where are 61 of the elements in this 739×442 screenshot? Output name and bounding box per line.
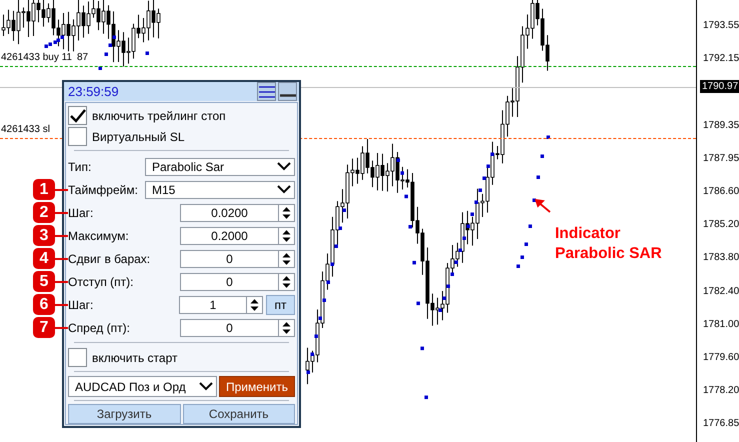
checkbox-label: включить трейлинг стоп (92, 108, 226, 122)
leader-line (55, 327, 68, 329)
caret-icon (277, 185, 291, 194)
price-axis-label: 1778.20 (703, 385, 739, 396)
field-label: Шаг: (68, 206, 94, 220)
dropdown[interactable]: Parabolic Sar (145, 158, 295, 176)
dropdown[interactable]: M15 (145, 180, 295, 198)
price-axis-label: 1782.40 (703, 286, 739, 297)
clock-text: 23:59:59 (68, 84, 120, 99)
price-axis-label: 1785.20 (703, 219, 739, 230)
field-label: Тип: (68, 160, 92, 174)
leader-line (55, 212, 68, 214)
leader-line (55, 281, 68, 283)
checkbox[interactable] (68, 106, 87, 125)
price-axis-label: 1779.60 (703, 352, 739, 363)
field-label: Спред (пт): (68, 320, 131, 334)
callout-number: 3 (33, 225, 55, 246)
annotation-text: Indicator Parabolic SAR (555, 224, 663, 264)
apply-button[interactable]: Применить (219, 376, 295, 397)
checkbox-label: Виртуальный SL (92, 130, 185, 144)
price-axis-label: 1789.35 (703, 120, 739, 131)
order-line-label: 4261433 sl (1, 124, 50, 135)
menu-icon (258, 86, 274, 98)
callout-number: 5 (33, 271, 55, 292)
minimize-button[interactable] (278, 82, 297, 101)
price-axis-label: 1776.85 (703, 418, 739, 430)
price-axis-label: 1787.95 (703, 152, 739, 164)
panel-button[interactable]: Загрузить (68, 404, 180, 424)
field-label: Таймфрейм: (68, 182, 139, 196)
leader-line (55, 235, 68, 237)
price-axis-label: 1786.60 (703, 186, 739, 197)
minimize-icon (280, 94, 296, 97)
field-label: Максимум: (68, 228, 130, 242)
callout-number: 7 (33, 317, 55, 338)
field-label: Отступ (пт): (68, 274, 134, 288)
checkbox-label: включить старт (92, 350, 178, 364)
checkbox[interactable] (68, 348, 87, 367)
callout-number: 6 (33, 294, 55, 315)
price-axis-label: 1793.55 (703, 20, 739, 31)
panel-button[interactable]: Сохранить (182, 404, 295, 424)
price-axis-label: 1792.15 (703, 53, 739, 64)
menu-button[interactable] (257, 82, 276, 101)
caret-icon (199, 382, 213, 391)
callout-number: 4 (33, 248, 55, 269)
callout-number: 1 (33, 179, 55, 200)
price-axis-label: 1783.80 (703, 252, 739, 264)
callout-number: 2 (33, 202, 55, 223)
price-axis-label: 1781.00 (703, 318, 739, 330)
field-label: Шаг: (68, 298, 94, 312)
preset-dropdown[interactable]: AUDCAD Поз и Орд (68, 376, 217, 397)
checkbox[interactable] (68, 127, 87, 146)
arrow-icon (535, 199, 551, 213)
leader-line (55, 258, 68, 260)
order-line-label: 4261433 buy 11 (1, 52, 72, 63)
unit-button[interactable]: пт (266, 294, 295, 314)
field-label: Сдвиг в барах: (68, 252, 152, 266)
order-line-label: 87 (77, 52, 88, 63)
current-price-label: 1790.97 (700, 80, 739, 93)
leader-line (55, 189, 68, 191)
leader-line (55, 304, 68, 306)
caret-icon (277, 162, 291, 171)
